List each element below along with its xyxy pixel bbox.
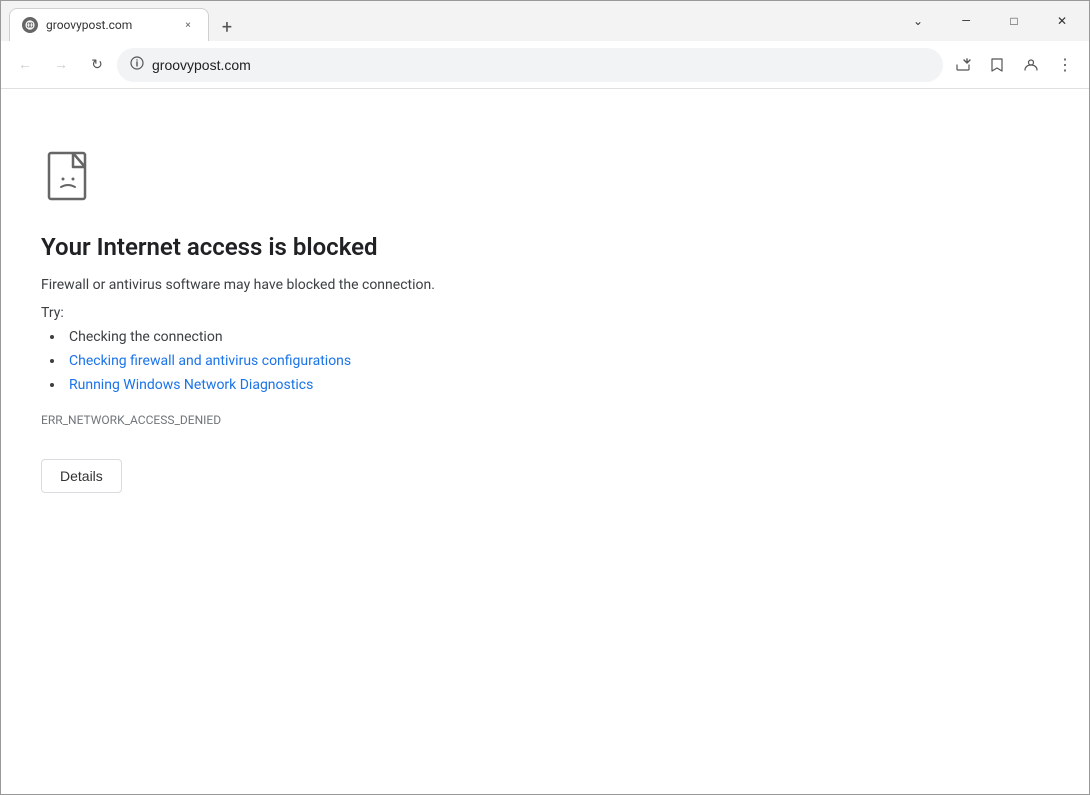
error-description: Firewall or antivirus software may have … — [41, 277, 1049, 293]
page-content: Your Internet access is blocked Firewall… — [1, 89, 1089, 794]
tab-favicon-icon — [22, 17, 38, 33]
details-button[interactable]: Details — [41, 459, 122, 493]
new-tab-button[interactable]: + — [213, 13, 241, 41]
bookmark-button[interactable] — [981, 49, 1013, 81]
address-bar-container[interactable] — [117, 48, 943, 82]
chevron-button[interactable]: ⌄ — [895, 5, 941, 37]
forward-button[interactable]: → — [45, 49, 77, 81]
reload-button[interactable]: ↻ — [81, 49, 113, 81]
browser-window: groovypost.com × + ⌄ — □ ✕ ← → ↻ — [0, 0, 1090, 795]
list-item: Checking firewall and antivirus configur… — [65, 353, 1049, 369]
close-button[interactable]: ✕ — [1039, 5, 1085, 37]
browser-toolbar: ← → ↻ — [1, 41, 1089, 89]
back-button[interactable]: ← — [9, 49, 41, 81]
menu-button[interactable]: ⋮ — [1049, 49, 1081, 81]
blocked-page-icon — [41, 149, 101, 209]
try-label: Try: — [41, 305, 1049, 321]
firewall-link[interactable]: Checking firewall and antivirus configur… — [69, 353, 351, 369]
error-code: ERR_NETWORK_ACCESS_DENIED — [41, 413, 1049, 427]
suggestions-list: Checking the connection Checking firewal… — [41, 329, 1049, 393]
share-button[interactable] — [947, 49, 979, 81]
info-icon — [130, 56, 144, 74]
list-item: Checking the connection — [65, 329, 1049, 345]
error-title: Your Internet access is blocked — [41, 233, 1049, 261]
tab-close-button[interactable]: × — [180, 17, 196, 33]
profile-button[interactable] — [1015, 49, 1047, 81]
minimize-button[interactable]: — — [943, 5, 989, 37]
window-controls: ⌄ — □ ✕ — [895, 1, 1089, 41]
active-tab[interactable]: groovypost.com × — [9, 8, 209, 41]
list-item: Running Windows Network Diagnostics — [65, 377, 1049, 393]
title-bar: groovypost.com × + ⌄ — □ ✕ — [1, 1, 1089, 41]
address-input[interactable] — [152, 57, 930, 73]
tab-strip: groovypost.com × + — [1, 1, 895, 41]
restore-button[interactable]: □ — [991, 5, 1037, 37]
suggestion-text: Checking the connection — [69, 329, 223, 345]
tab-title: groovypost.com — [46, 18, 172, 32]
diagnostics-link[interactable]: Running Windows Network Diagnostics — [69, 377, 313, 393]
toolbar-actions: ⋮ — [947, 49, 1081, 81]
